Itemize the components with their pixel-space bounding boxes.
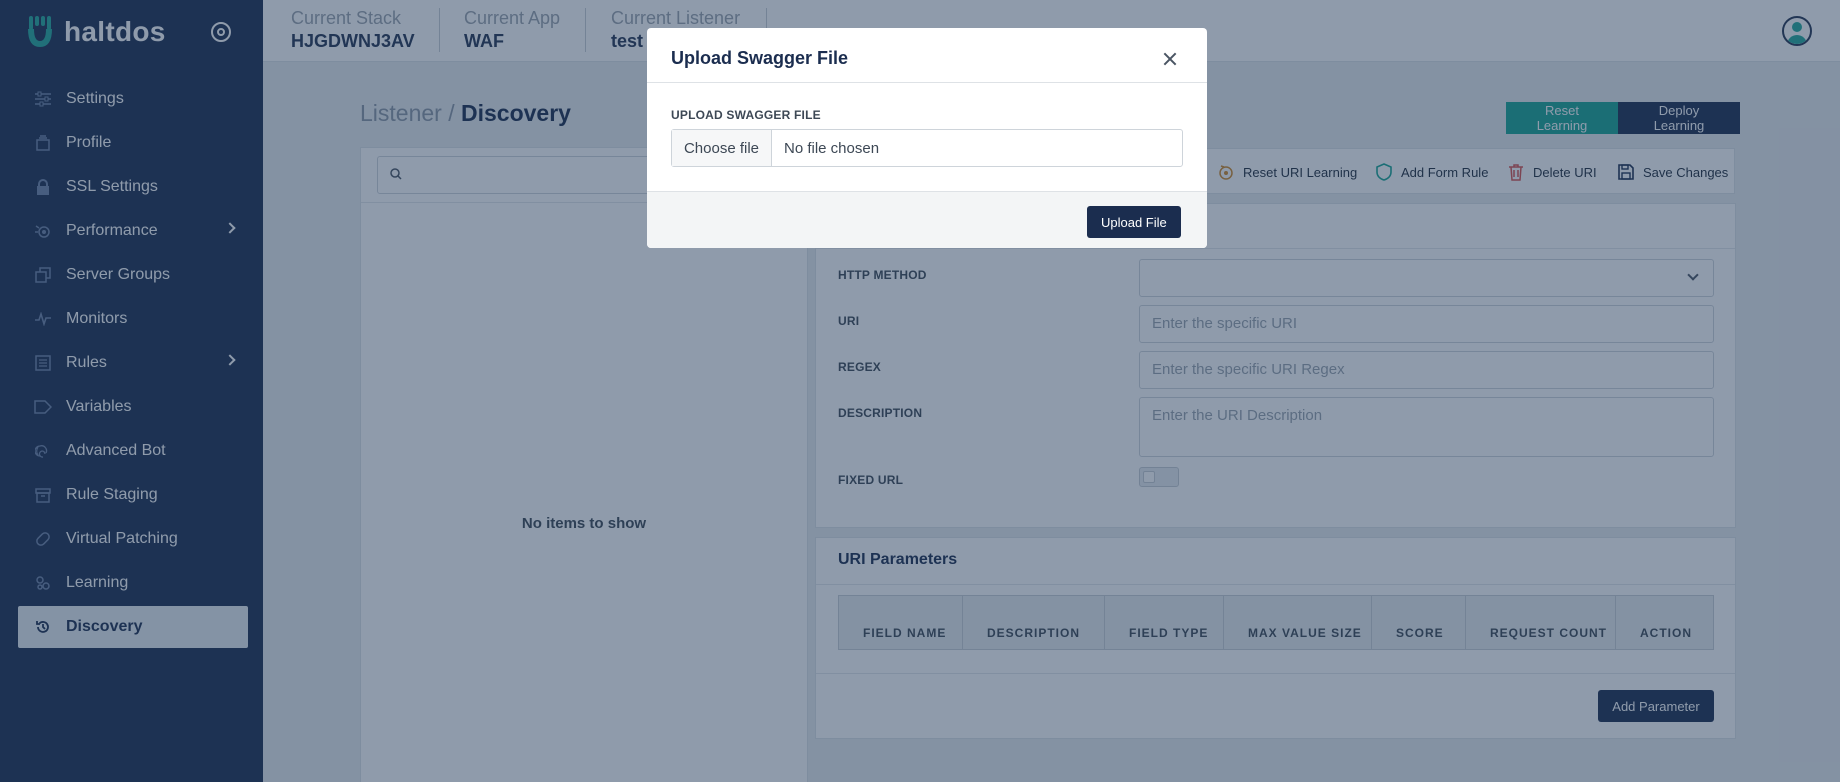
upload-file-button[interactable]: Upload File xyxy=(1087,206,1181,238)
modal-footer: Upload File xyxy=(647,191,1207,248)
divider xyxy=(647,82,1207,83)
file-status: No file chosen xyxy=(784,139,880,157)
choose-file-button[interactable]: Choose file xyxy=(672,130,772,166)
swagger-file-label: UPLOAD SWAGGER FILE xyxy=(671,108,821,122)
close-icon[interactable] xyxy=(1161,50,1179,68)
swagger-file-input[interactable]: Choose file No file chosen xyxy=(671,129,1183,167)
modal-title: Upload Swagger File xyxy=(671,48,849,68)
upload-swagger-modal: Upload Swagger File UPLOAD SWAGGER FILE … xyxy=(647,28,1207,248)
